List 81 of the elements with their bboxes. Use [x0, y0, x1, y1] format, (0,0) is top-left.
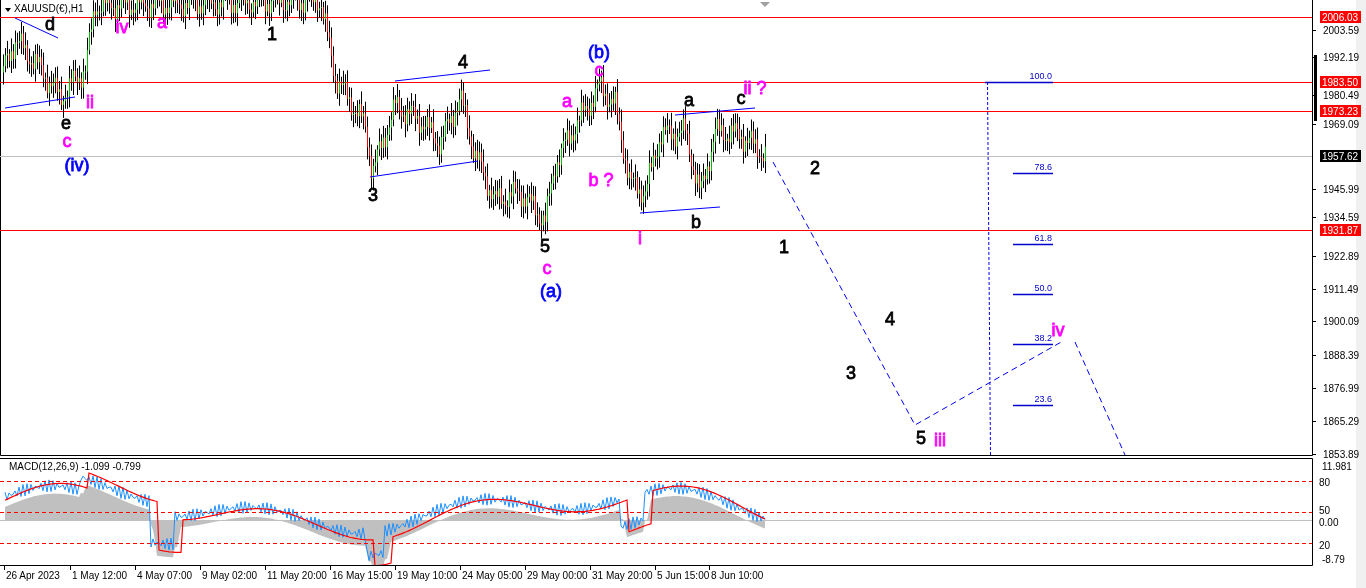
wave-label: 1: [779, 237, 789, 257]
price-axis-label: 1911.49: [1323, 284, 1359, 295]
wave-label: (a): [540, 281, 562, 301]
time-axis-label: 1 May 12:00: [72, 570, 128, 581]
price-axis-label: 1865.29: [1323, 416, 1360, 427]
fibonacci-level-label: 50.0: [1034, 283, 1052, 293]
wave-label: iv: [1051, 320, 1065, 340]
wave-label: d: [45, 14, 55, 34]
wave-label: 5: [540, 236, 550, 256]
fibonacci-level-label: 38.2: [1034, 333, 1052, 343]
fibonacci-level-label: 78.6: [1034, 162, 1052, 172]
time-axis-label: 11 May 20:00: [267, 570, 327, 581]
fibonacci-level-label: 100.0: [1029, 71, 1052, 81]
macd-axis-label: 20: [1319, 540, 1331, 551]
price-axis-label: 1992.19: [1323, 52, 1360, 63]
wave-label: c: [62, 131, 72, 151]
wave-label: c: [594, 60, 604, 80]
time-axis-label: 26 Apr 2023: [6, 570, 60, 581]
time-axis-label: 24 May 05:00: [462, 570, 523, 581]
price-axis-label: 1922.89: [1323, 251, 1360, 262]
price-axis-label: 1969.09: [1323, 119, 1360, 130]
macd-axis-label: 80: [1319, 477, 1331, 488]
price-axis-label: 1934.59: [1323, 212, 1360, 223]
time-axis-label: 4 May 07:00: [137, 570, 193, 581]
wave-label: b ?: [588, 170, 614, 190]
fibonacci-level-line: [1012, 172, 1054, 175]
wave-label: 4: [458, 52, 468, 72]
wave-label: iv: [115, 17, 129, 37]
time-axis-label: 31 May 20:00: [592, 570, 653, 581]
price-axis-label: 1945.99: [1323, 184, 1360, 195]
price-axis-label: 1888.39: [1323, 350, 1360, 361]
wave-label: ii: [86, 92, 94, 112]
dropdown-icon[interactable]: [5, 8, 11, 12]
price-axis-label: 1980.49: [1323, 90, 1360, 101]
price-axis-label: 1876.99: [1323, 383, 1360, 394]
wave-label: 3: [846, 363, 856, 383]
fibonacci-level-line: [984, 81, 1054, 84]
wave-label: 2: [810, 158, 820, 178]
wave-label: 3: [368, 185, 378, 205]
price-tag: 1973.23: [1320, 105, 1361, 117]
price-tag: 1957.62: [1320, 150, 1361, 162]
price-tag: 1931.87: [1320, 224, 1361, 236]
price-tag: 2006.03: [1320, 11, 1361, 23]
wave-label: a: [562, 91, 572, 111]
indicator-label: MACD(12,26,9) -1.099 -0.799: [9, 461, 141, 472]
fibonacci-level-line: [1012, 343, 1054, 346]
price-axis-label: 1900.09: [1323, 316, 1360, 327]
trend-line: [14, 17, 59, 39]
wave-label: 1: [267, 24, 277, 44]
trend-line: [4, 96, 76, 109]
fibonacci-level-line: [1012, 293, 1054, 296]
fibonacci-level-label: 23.6: [1034, 394, 1052, 404]
price-tag: 1983.50: [1320, 76, 1361, 88]
macd-axis-label: 0.00: [1319, 517, 1339, 528]
time-axis-label: 19 May 10:00: [397, 570, 458, 581]
wave-label: a: [157, 12, 167, 32]
chart-shift-icon[interactable]: [760, 2, 770, 7]
wave-label: 4: [885, 309, 895, 329]
time-axis-label: 9 May 02:00: [202, 570, 258, 581]
macd-axis-label: 11.981: [1322, 461, 1352, 472]
fibonacci-level-label: 61.8: [1034, 233, 1052, 243]
fibonacci-level-line: [1012, 404, 1054, 407]
macd-axis-label: -8.79: [1322, 554, 1345, 565]
time-axis-label: 5 Jun 15:00: [657, 570, 710, 581]
time-axis-label: 8 Jun 10:00: [711, 570, 764, 581]
wave-label: e: [61, 113, 71, 133]
wave-label: 5: [916, 428, 926, 448]
wave-label: b: [691, 212, 701, 232]
wave-label: a: [684, 90, 694, 110]
wave-label: (b): [588, 42, 610, 62]
macd-axis-label: 50: [1319, 505, 1331, 516]
price-axis-label: 1853.89: [1323, 449, 1360, 460]
symbol-label: XAUUSD(€),H1: [14, 3, 84, 14]
fibonacci-level-line: [1012, 243, 1054, 246]
wave-label: iii: [934, 430, 946, 450]
price-axis-label: 2003.59: [1323, 25, 1360, 36]
wave-label: i: [638, 228, 642, 248]
time-axis-label: 29 May 00:00: [527, 570, 588, 581]
wave-label: (iv): [64, 155, 90, 175]
wave-label: c: [542, 258, 552, 278]
time-axis-label: 16 May 15:00: [332, 570, 393, 581]
